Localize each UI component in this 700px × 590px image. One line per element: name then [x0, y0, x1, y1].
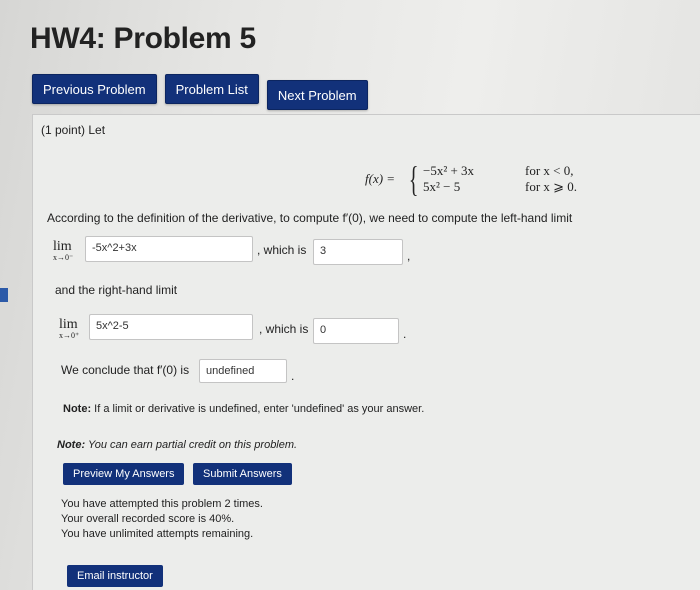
- right-limit-notation: lim x→0⁺: [59, 315, 79, 340]
- derivative-value-input[interactable]: undefined: [199, 359, 287, 383]
- function-piece-2: 5x² − 5: [423, 179, 461, 194]
- left-limit-which-is: , which is: [257, 243, 307, 257]
- left-edge-marker: [0, 288, 8, 302]
- page-title: HW4: Problem 5: [30, 22, 256, 55]
- preview-answers-button[interactable]: Preview My Answers: [63, 463, 185, 485]
- left-limit-sub: x→0⁻: [53, 253, 74, 262]
- partial-credit-text: You can earn partial credit on this prob…: [87, 439, 298, 451]
- right-limit-value-input[interactable]: 0: [313, 318, 399, 344]
- conclude-trail: .: [291, 369, 295, 383]
- attempts-remaining: You have unlimited attempts remaining.: [61, 528, 254, 540]
- right-limit-sub: x→0⁺: [59, 331, 80, 340]
- function-piece-1: −5x² + 3x: [423, 163, 475, 178]
- right-limit-trail: .: [403, 327, 407, 341]
- right-limit-which-is: , which is: [259, 322, 309, 336]
- submit-answers-button[interactable]: Submit Answers: [193, 463, 292, 485]
- next-problem-button[interactable]: Next Problem: [266, 80, 368, 110]
- problem-nav: Previous Problem Problem List Next Probl…: [32, 74, 368, 110]
- function-condition-2: for x ⩾ 0.: [525, 179, 578, 194]
- attempts-count: You have attempted this problem 2 times.: [61, 498, 263, 510]
- left-limit-value-input[interactable]: 3: [313, 239, 403, 265]
- right-limit-word: lim: [59, 317, 78, 332]
- left-limit-expression-input[interactable]: -5x^2+3x: [85, 236, 253, 262]
- left-limit-trail: ,: [407, 249, 411, 263]
- problem-panel: (1 point) Let f(x) = { −5x² + 3x 5x² − 5…: [32, 114, 700, 590]
- previous-problem-button[interactable]: Previous Problem: [32, 74, 157, 104]
- points-label: (1 point) Let: [41, 123, 106, 137]
- partial-credit-note: Note: You can earn partial credit on thi…: [57, 439, 297, 451]
- left-limit-word: lim: [53, 239, 72, 254]
- function-condition-1: for x < 0,: [525, 163, 574, 178]
- brace-symbol: {: [408, 159, 419, 199]
- function-lhs: f(x) =: [365, 171, 396, 186]
- right-limit-expression-input[interactable]: 5x^2-5: [89, 314, 253, 340]
- recorded-score: Your overall recorded score is 40%.: [61, 513, 235, 525]
- problem-list-button[interactable]: Problem List: [164, 74, 259, 104]
- left-limit-notation: lim x→0⁻: [53, 237, 73, 262]
- right-limit-intro: and the right-hand limit: [55, 283, 178, 297]
- conclude-text: We conclude that f′(0) is: [61, 363, 190, 377]
- instruction-text: According to the definition of the deriv…: [47, 211, 573, 225]
- undefined-note-label: Note:: [63, 403, 92, 415]
- page: HW4: Problem 5 Previous Problem Problem …: [0, 0, 700, 590]
- email-instructor-button[interactable]: Email instructor: [67, 565, 163, 587]
- attempt-status: You have attempted this problem 2 times.…: [61, 497, 263, 542]
- undefined-note: Note: If a limit or derivative is undefi…: [63, 403, 424, 415]
- partial-credit-label: Note:: [57, 439, 86, 451]
- undefined-note-text: If a limit or derivative is undefined, e…: [94, 403, 425, 415]
